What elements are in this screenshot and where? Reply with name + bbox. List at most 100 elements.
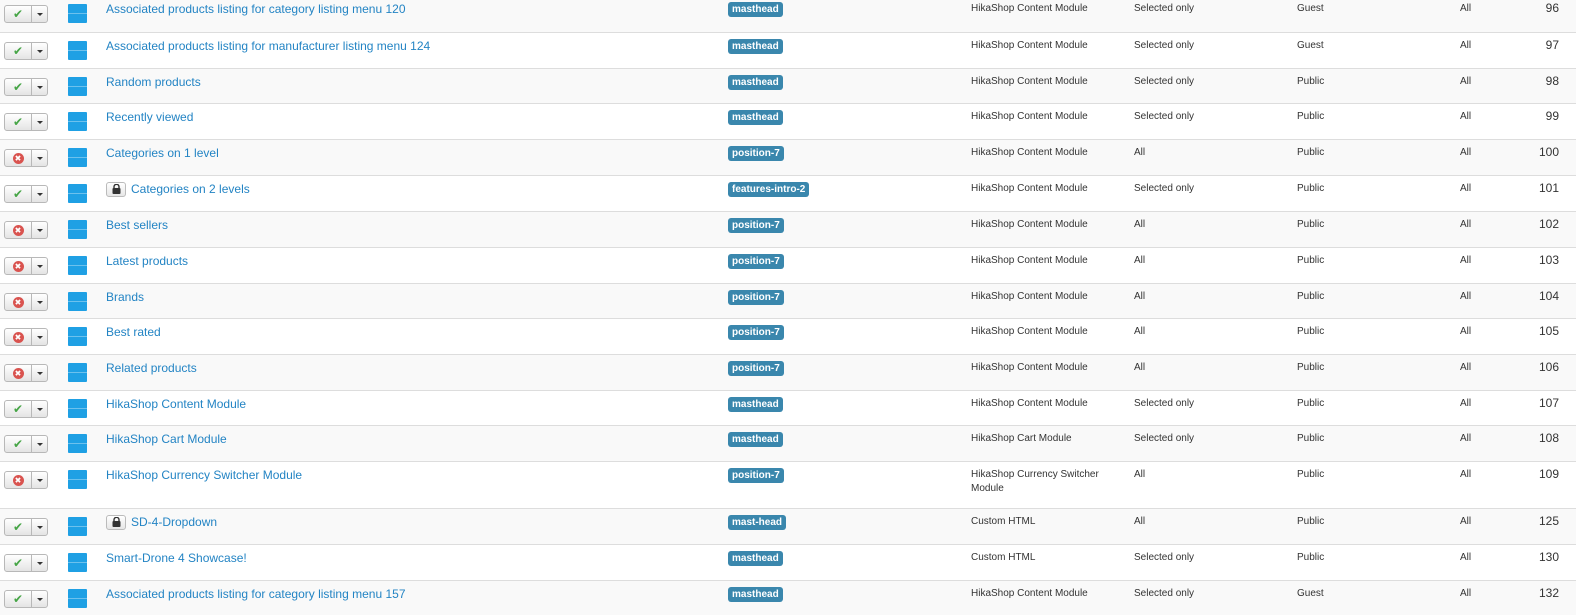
module-title-link[interactable]: Related products — [106, 361, 197, 375]
status-dropdown-button[interactable] — [32, 186, 47, 202]
publish-status-button[interactable]: ✔ — [5, 79, 32, 95]
title-cell: Smart-Drone 4 Showcase! — [106, 550, 247, 566]
status-dropdown-button[interactable] — [32, 591, 47, 607]
status-dropdown-button[interactable] — [32, 365, 47, 381]
drag-handle-icon[interactable] — [68, 470, 87, 489]
title-cell: Recently viewed — [106, 109, 193, 125]
publish-status-button[interactable]: ✔ — [5, 6, 32, 22]
status-toggle-button[interactable]: ✔ — [4, 400, 48, 418]
drag-handle-icon[interactable] — [68, 399, 87, 418]
module-title-link[interactable]: SD-4-Dropdown — [131, 515, 217, 529]
module-title-link[interactable]: Random products — [106, 75, 201, 89]
status-toggle-button[interactable]: ✔ — [4, 435, 48, 453]
module-title-link[interactable]: Best sellers — [106, 218, 168, 232]
access-value: Public — [1297, 552, 1325, 563]
status-dropdown-button[interactable] — [32, 222, 47, 238]
publish-status-button[interactable]: ✔ — [5, 519, 32, 535]
status-dropdown-button[interactable] — [32, 472, 47, 488]
drag-handle-icon[interactable] — [68, 434, 87, 453]
lock-icon[interactable] — [106, 514, 126, 530]
publish-status-button[interactable]: ✔ — [5, 114, 32, 130]
drag-handle-icon[interactable] — [68, 517, 87, 536]
drag-handle-icon[interactable] — [68, 148, 87, 167]
title-cell: Best rated — [106, 324, 161, 340]
drag-handle-icon[interactable] — [68, 256, 87, 275]
drag-handle-icon[interactable] — [68, 112, 87, 131]
status-toggle-button[interactable]: ✔ — [4, 5, 48, 23]
status-toggle-button[interactable]: ✔ — [4, 78, 48, 96]
publish-status-button[interactable]: ✔ — [5, 436, 32, 452]
publish-status-button[interactable]: ✖ — [5, 365, 32, 381]
publish-status-button[interactable]: ✖ — [5, 294, 32, 310]
module-title-link[interactable]: Categories on 2 levels — [131, 182, 250, 196]
drag-handle-icon[interactable] — [68, 220, 87, 239]
publish-status-button[interactable]: ✔ — [5, 591, 32, 607]
title-cell: Related products — [106, 360, 197, 376]
status-dropdown-button[interactable] — [32, 6, 47, 22]
status-toggle-button[interactable]: ✔ — [4, 590, 48, 608]
publish-status-button[interactable]: ✖ — [5, 258, 32, 274]
drag-handle-icon[interactable] — [68, 363, 87, 382]
access-value: Public — [1297, 147, 1325, 158]
status-dropdown-button[interactable] — [32, 555, 47, 571]
module-title-link[interactable]: Best rated — [106, 325, 161, 339]
module-title-link[interactable]: Associated products listing for category… — [106, 2, 406, 16]
publish-status-button[interactable]: ✔ — [5, 186, 32, 202]
status-toggle-button[interactable]: ✖ — [4, 471, 48, 489]
caret-down-icon — [36, 300, 43, 304]
caret-down-icon — [36, 525, 43, 529]
publish-status-button[interactable]: ✖ — [5, 150, 32, 166]
status-dropdown-button[interactable] — [32, 401, 47, 417]
status-toggle-button[interactable]: ✔ — [4, 554, 48, 572]
drag-handle-icon[interactable] — [68, 4, 87, 23]
module-title-link[interactable]: Categories on 1 level — [106, 146, 219, 160]
module-title-link[interactable]: Brands — [106, 290, 144, 304]
drag-handle-icon[interactable] — [68, 292, 87, 311]
status-dropdown-button[interactable] — [32, 79, 47, 95]
status-dropdown-button[interactable] — [32, 114, 47, 130]
publish-status-button[interactable]: ✔ — [5, 43, 32, 59]
status-toggle-button[interactable]: ✔ — [4, 518, 48, 536]
status-dropdown-button[interactable] — [32, 258, 47, 274]
drag-handle-icon[interactable] — [68, 184, 87, 203]
drag-handle-icon[interactable] — [68, 589, 87, 608]
module-title-link[interactable]: Associated products listing for category… — [106, 587, 406, 601]
module-title-link[interactable]: Associated products listing for manufact… — [106, 39, 430, 53]
status-toggle-button[interactable]: ✖ — [4, 328, 48, 346]
status-toggle-button[interactable]: ✔ — [4, 42, 48, 60]
drag-handle-icon[interactable] — [68, 327, 87, 346]
status-dropdown-button[interactable] — [32, 150, 47, 166]
module-id: 101 — [1538, 181, 1559, 195]
module-type: HikaShop Content Module — [971, 219, 1088, 230]
status-toggle-button[interactable]: ✖ — [4, 149, 48, 167]
publish-status-button[interactable]: ✖ — [5, 222, 32, 238]
status-toggle-button[interactable]: ✖ — [4, 293, 48, 311]
drag-handle-icon[interactable] — [68, 41, 87, 60]
module-title-link[interactable]: HikaShop Currency Switcher Module — [106, 468, 302, 482]
publish-status-button[interactable]: ✖ — [5, 329, 32, 345]
status-dropdown-button[interactable] — [32, 436, 47, 452]
publish-status-button[interactable]: ✔ — [5, 555, 32, 571]
publish-status-button[interactable]: ✖ — [5, 472, 32, 488]
drag-handle-icon[interactable] — [68, 77, 87, 96]
status-dropdown-button[interactable] — [32, 43, 47, 59]
status-dropdown-button[interactable] — [32, 329, 47, 345]
status-dropdown-button[interactable] — [32, 519, 47, 535]
module-title-link[interactable]: Latest products — [106, 254, 188, 268]
module-id: 132 — [1538, 586, 1559, 600]
drag-handle-icon[interactable] — [68, 553, 87, 572]
table-row: ✖ Categories on 1 level position-7 HikaS… — [0, 140, 1576, 176]
status-toggle-button[interactable]: ✖ — [4, 221, 48, 239]
module-title-link[interactable]: HikaShop Cart Module — [106, 432, 227, 446]
lock-icon[interactable] — [106, 181, 126, 197]
module-title-link[interactable]: Recently viewed — [106, 110, 193, 124]
module-id: 130 — [1538, 550, 1559, 564]
status-toggle-button[interactable]: ✖ — [4, 257, 48, 275]
module-title-link[interactable]: Smart-Drone 4 Showcase! — [106, 551, 247, 565]
status-toggle-button[interactable]: ✔ — [4, 185, 48, 203]
status-toggle-button[interactable]: ✔ — [4, 113, 48, 131]
module-title-link[interactable]: HikaShop Content Module — [106, 397, 246, 411]
status-toggle-button[interactable]: ✖ — [4, 364, 48, 382]
status-dropdown-button[interactable] — [32, 294, 47, 310]
publish-status-button[interactable]: ✔ — [5, 401, 32, 417]
